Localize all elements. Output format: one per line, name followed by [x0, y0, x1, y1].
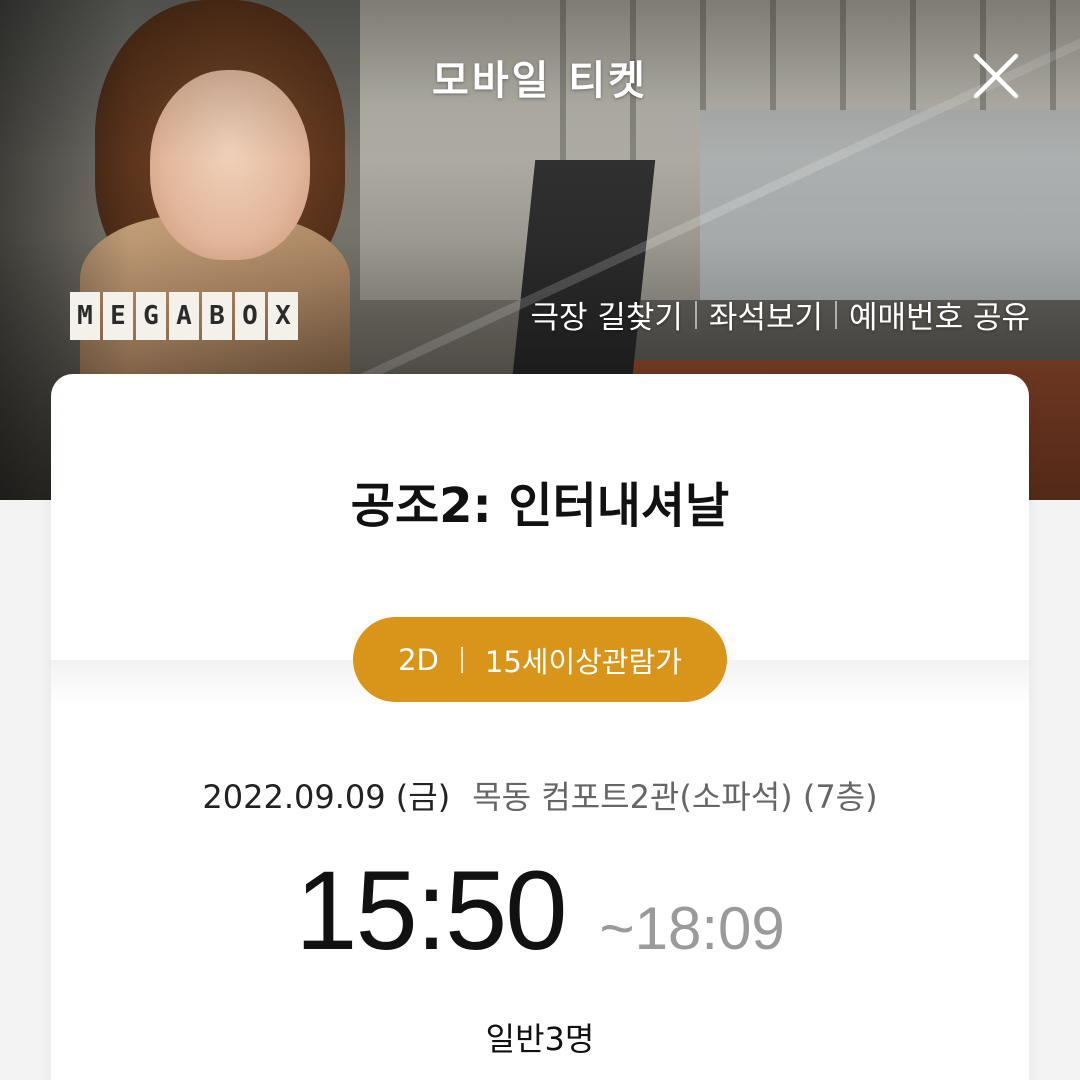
audience-count: 일반3명: [485, 1020, 595, 1058]
age-rating-label: 15세이상관람가: [484, 644, 682, 679]
ticket-links: 극장 길찾기 좌석보기 예매번호 공유: [530, 292, 1030, 337]
link-divider: [694, 300, 697, 329]
link-divider: [835, 300, 838, 329]
movie-title: 공조2: 인터내셔날: [350, 478, 730, 534]
megabox-logo: M E G A B O X: [70, 292, 298, 340]
logo-letter: A: [169, 292, 199, 340]
logo-letter: B: [202, 292, 232, 340]
format-rating-badge: 2D 15세이상관람가: [353, 617, 727, 702]
end-time: ~18:09: [599, 895, 785, 962]
share-booking-number-link[interactable]: 예매번호 공유: [849, 292, 1030, 337]
logo-letter: X: [268, 292, 298, 340]
logo-letter: E: [103, 292, 133, 340]
format-label: 2D: [398, 642, 439, 677]
ticket-card: 공조2: 인터내셔날 2D 15세이상관람가 2022.09.09 (금) 목동 …: [51, 374, 1029, 1080]
theater-name: 목동 컴포트2관(소파석) (7층): [472, 778, 878, 816]
view-seats-link[interactable]: 좌석보기: [709, 292, 823, 337]
badge-divider: [460, 646, 463, 673]
theater-directions-link[interactable]: 극장 길찾기: [530, 292, 682, 337]
close-button[interactable]: [964, 44, 1028, 108]
page-title: 모바일 티켓: [432, 58, 648, 104]
showing-date: 2022.09.09 (금): [202, 778, 451, 816]
logo-letter: M: [70, 292, 100, 340]
logo-letter: O: [235, 292, 265, 340]
close-icon: [973, 53, 1019, 99]
showtime: 15:50 ~18:09: [51, 846, 1029, 975]
showing-info: 2022.09.09 (금) 목동 컴포트2관(소파석) (7층): [51, 772, 1029, 818]
mobile-ticket-page: 모바일 티켓 M E G A B O X 극장 길찾기 좌석보기 예매번호 공유…: [0, 0, 1080, 1080]
logo-letter: G: [136, 292, 166, 340]
start-time: 15:50: [295, 848, 567, 973]
